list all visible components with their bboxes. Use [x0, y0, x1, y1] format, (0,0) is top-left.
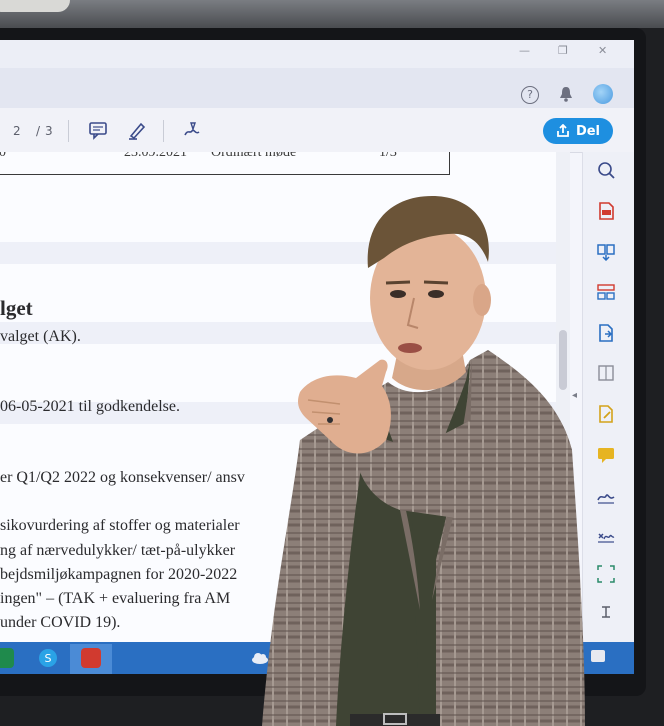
presenter [262, 196, 585, 726]
